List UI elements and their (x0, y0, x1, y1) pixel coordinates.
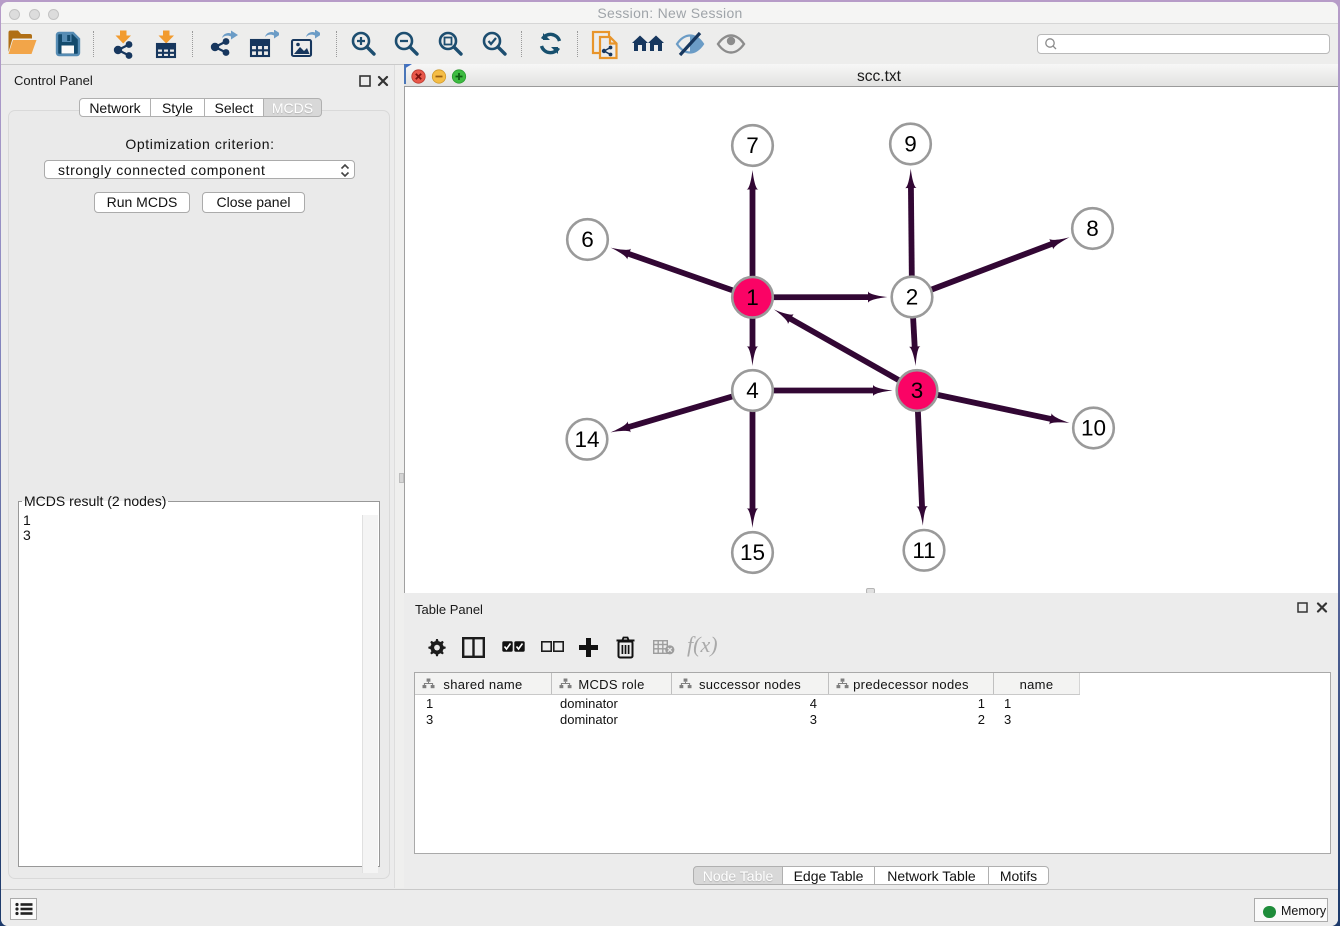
svg-text:15: 15 (740, 540, 765, 565)
svg-text:8: 8 (1086, 216, 1099, 241)
svg-text:7: 7 (746, 133, 759, 158)
svg-text:14: 14 (574, 427, 599, 452)
svg-text:2: 2 (906, 285, 919, 310)
svg-text:1: 1 (746, 285, 759, 310)
svg-text:4: 4 (746, 378, 759, 403)
svg-text:6: 6 (581, 227, 594, 252)
svg-text:3: 3 (911, 378, 924, 403)
svg-text:10: 10 (1081, 416, 1106, 441)
svg-text:11: 11 (912, 538, 935, 563)
svg-text:9: 9 (904, 132, 917, 157)
